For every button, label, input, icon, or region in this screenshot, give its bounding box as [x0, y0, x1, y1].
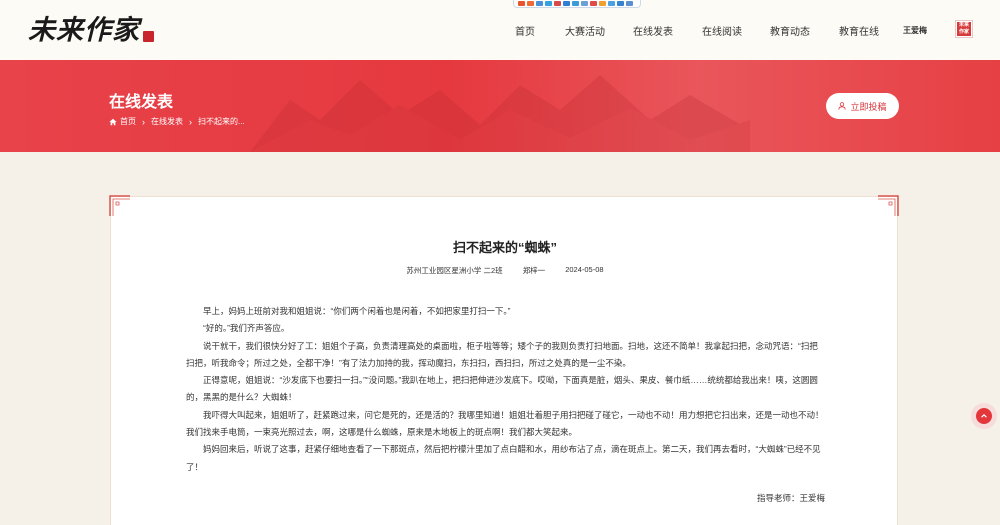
article-paragraph: 说干就干，我们很快分好了工：姐姐个子高，负责清理高处的桌面啦，柜子啦等等；矮个子…	[186, 340, 818, 368]
article-meta: 苏州工业园区星洲小学 二2班 郑梓一 2024-05-08	[111, 265, 899, 276]
share-icon[interactable]	[527, 1, 534, 6]
nav-item-reading[interactable]: 在线阅读	[702, 23, 742, 38]
share-icon[interactable]	[545, 1, 552, 6]
breadcrumb-home[interactable]: 首页	[120, 116, 136, 127]
article-paragraph: 妈妈回来后，听说了这事，赶紧仔细地查看了一下那斑点，然后把柠檬汁里加了点白醋和水…	[186, 444, 821, 472]
nav-item-education-online[interactable]: 教育在线	[839, 23, 879, 38]
breadcrumb-current: 扫不起来的...	[198, 117, 245, 126]
corner-ornament-icon	[109, 195, 130, 216]
chevron-right-icon: ›	[189, 116, 192, 127]
nav-item-publish[interactable]: 在线发表	[633, 23, 673, 38]
submit-label: 立即投稿	[850, 101, 887, 112]
corner-ornament-icon	[878, 195, 899, 216]
home-icon	[109, 118, 117, 125]
logo-text: 未来作家	[28, 15, 140, 46]
share-icon[interactable]	[626, 1, 633, 6]
logo-seal-icon	[143, 31, 154, 42]
nav-item-home[interactable]: 首页	[515, 23, 535, 38]
share-icon[interactable]	[563, 1, 570, 6]
nav-item-education-news[interactable]: 教育动态	[770, 23, 810, 38]
site-header: 未来作家 首页 大赛活动 在线发表 在线阅读 教育动态 教育在线 王爱梅 未来作…	[0, 0, 1000, 60]
avatar-seal: 未来作家	[957, 22, 971, 36]
article-body: 早上，妈妈上班前对我和姐姐说：“你们两个闲着也是闲着，不如把家里打扫一下。” “…	[186, 303, 826, 476]
nav-item-contests[interactable]: 大赛活动	[565, 23, 605, 38]
site-logo[interactable]: 未来作家	[28, 12, 154, 46]
submit-manuscript-button[interactable]: 立即投稿	[826, 93, 899, 119]
share-toolbar[interactable]	[513, 0, 641, 8]
share-icon[interactable]	[581, 1, 588, 6]
article-card: 扫不起来的“蜘蛛” 苏州工业园区星洲小学 二2班 郑梓一 2024-05-08 …	[109, 195, 899, 525]
chevron-right-icon: ›	[142, 116, 145, 127]
breadcrumb-publish[interactable]: 在线发表	[151, 116, 183, 127]
article-author: 郑梓一	[522, 266, 546, 275]
user-name[interactable]: 王爱梅	[903, 25, 927, 36]
article-title: 扫不起来的“蜘蛛”	[452, 240, 557, 255]
page-banner: 在线发表 首页 › 在线发表 › 扫不起来的... 立即投稿	[0, 60, 1000, 152]
chevron-up-icon	[976, 408, 992, 424]
article-paragraph: 正得意呢，姐姐说：“沙发底下也要扫一扫。”“没问题。”我趴在地上，把扫把伸进沙发…	[186, 375, 818, 403]
share-icon[interactable]	[572, 1, 579, 6]
mountain-decoration-icon	[250, 75, 750, 152]
user-icon	[838, 102, 847, 110]
instructor-credit: 指导老师：王爱梅	[756, 493, 825, 503]
back-to-top-button[interactable]	[971, 403, 997, 429]
page-title: 在线发表	[109, 94, 174, 111]
share-icon[interactable]	[518, 1, 525, 6]
article-paragraph: “好的。”我们齐声答应。	[203, 323, 290, 334]
share-icon[interactable]	[536, 1, 543, 6]
share-icon[interactable]	[608, 1, 615, 6]
share-icon[interactable]	[617, 1, 624, 6]
share-icon[interactable]	[590, 1, 597, 6]
share-icon[interactable]	[599, 1, 606, 6]
breadcrumb: 首页 › 在线发表 › 扫不起来的...	[109, 116, 245, 127]
article-paragraph: 早上，妈妈上班前对我和姐姐说：“你们两个闲着也是闲着，不如把家里打扫一下。”	[203, 306, 511, 316]
share-icon[interactable]	[554, 1, 561, 6]
article-school: 苏州工业园区星洲小学 二2班	[406, 266, 503, 275]
avatar[interactable]: 未来作家	[955, 20, 973, 38]
article-date: 2024-05-08	[565, 265, 604, 274]
article-paragraph: 我吓得大叫起来，姐姐听了，赶紧跑过来，问它是死的，还是活的？我哪里知道！姐姐壮着…	[186, 409, 824, 438]
